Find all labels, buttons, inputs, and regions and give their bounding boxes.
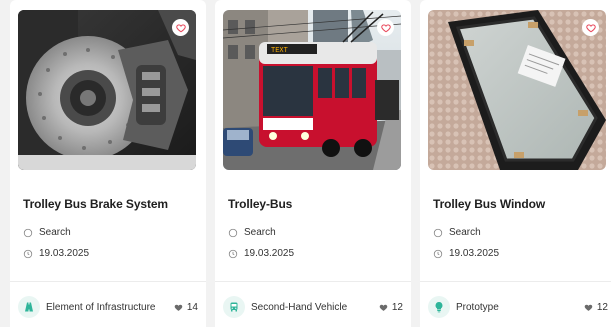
likes-count[interactable]: 12 [584,302,608,313]
heart-outline-icon [585,23,596,32]
listing-title[interactable]: Trolley-Bus [228,197,292,211]
category-label[interactable]: Prototype [456,302,499,313]
lightbulb-icon [435,302,443,313]
listing-footer: Element of Infrastructure 14 [18,293,198,321]
listing-location-text: Search [449,227,481,238]
heart-icon [174,304,183,311]
listing-card[interactable]: Trolley Bus Window Search 19.03.2025 Pro… [420,0,611,327]
card-divider [215,281,411,282]
listing-footer: Prototype 12 [428,293,608,321]
listing-date-text: 19.03.2025 [244,248,295,259]
listing-date: 19.03.2025 [23,248,89,259]
location-circle-icon [228,228,238,237]
favorite-button[interactable] [377,19,394,36]
category-label[interactable]: Element of Infrastructure [46,302,156,313]
listing-card[interactable]: Trolley Bus Brake System Search 19.03.20… [10,0,206,327]
listing-image-trolley-bus[interactable]: TEXT [223,10,401,170]
listing-grid: Trolley Bus Brake System Search 19.03.20… [0,0,611,327]
svg-text:TEXT: TEXT [271,47,288,55]
category-badge [18,296,40,318]
heart-outline-icon [175,23,186,32]
road-icon [25,302,33,312]
heart-icon [584,304,593,311]
favorite-button[interactable] [582,19,599,36]
listing-card[interactable]: TEXT Trolley-Bus Search 19.03.2025 Secon… [215,0,411,327]
listing-image-bus-window[interactable] [428,10,606,170]
listing-title[interactable]: Trolley Bus Brake System [23,197,168,211]
favorite-button[interactable] [172,19,189,36]
listing-image-brake-system[interactable] [18,10,196,170]
clock-icon [433,249,443,258]
listing-date: 19.03.2025 [228,248,294,259]
listing-date: 19.03.2025 [433,248,499,259]
card-divider [420,281,611,282]
listing-location: Search [433,227,481,238]
category-badge [428,296,450,318]
clock-icon [23,249,33,258]
listing-location-text: Search [39,227,71,238]
category-label[interactable]: Second-Hand Vehicle [251,302,347,313]
heart-outline-icon [380,23,391,32]
heart-icon [379,304,388,311]
card-divider [10,281,206,282]
likes-count[interactable]: 14 [174,302,198,313]
listing-footer: Second-Hand Vehicle 12 [223,293,403,321]
listing-location: Search [23,227,71,238]
clock-icon [228,249,238,258]
listing-location-text: Search [244,227,276,238]
listing-date-text: 19.03.2025 [39,248,90,259]
category-badge [223,296,245,318]
likes-count[interactable]: 12 [379,302,403,313]
listing-location: Search [228,227,276,238]
likes-number: 12 [391,301,403,313]
location-circle-icon [23,228,33,237]
likes-number: 12 [596,301,608,313]
listing-date-text: 19.03.2025 [449,248,500,259]
location-circle-icon [433,228,443,237]
bus-icon [230,302,238,312]
listing-title[interactable]: Trolley Bus Window [433,197,545,211]
likes-number: 14 [186,301,198,313]
